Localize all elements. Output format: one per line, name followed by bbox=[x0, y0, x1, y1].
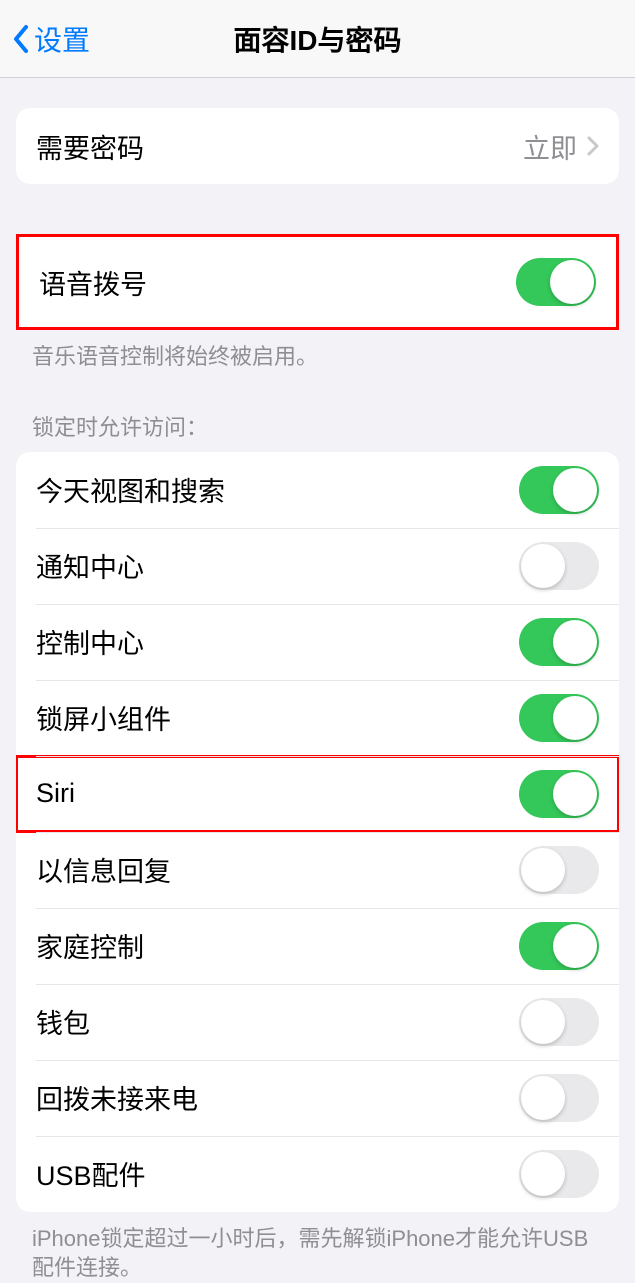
group-require-passcode: 需要密码 立即 bbox=[16, 108, 619, 184]
locked-section-header: 锁定时允许访问： bbox=[0, 372, 635, 452]
toggle-locked-item[interactable] bbox=[519, 542, 599, 590]
nav-bar: 设置 面容ID与密码 bbox=[0, 0, 635, 78]
group-locked-access: 今天视图和搜索通知中心控制中心锁屏小组件 Siri 以信息回复家庭控制钱包回拨未接来… bbox=[16, 452, 619, 1212]
toggle-knob bbox=[553, 924, 597, 968]
row-locked-item[interactable]: USB配件 bbox=[16, 1136, 619, 1212]
row-label: 锁屏小组件 bbox=[36, 698, 171, 737]
row-locked-item[interactable]: Siri bbox=[16, 756, 619, 832]
row-voice-dial[interactable]: 语音拨号 bbox=[19, 237, 616, 327]
toggle-locked-item[interactable] bbox=[519, 770, 599, 818]
group-voice-dial: 语音拨号 bbox=[16, 234, 619, 330]
toggle-locked-item[interactable] bbox=[519, 694, 599, 742]
toggle-knob bbox=[521, 1076, 565, 1120]
row-label: 今天视图和搜索 bbox=[36, 470, 225, 509]
toggle-knob bbox=[521, 848, 565, 892]
row-locked-item[interactable]: 家庭控制 bbox=[16, 908, 619, 984]
toggle-knob bbox=[521, 544, 565, 588]
row-label: USB配件 bbox=[36, 1154, 146, 1193]
row-right: 立即 bbox=[523, 127, 599, 166]
row-label: 回拨未接来电 bbox=[36, 1078, 198, 1117]
toggle-locked-item[interactable] bbox=[519, 998, 599, 1046]
toggle-locked-item[interactable] bbox=[519, 846, 599, 894]
row-label: 钱包 bbox=[36, 1002, 90, 1041]
row-label: 需要密码 bbox=[36, 127, 144, 166]
back-label: 设置 bbox=[34, 19, 90, 59]
content: 需要密码 立即 语音拨号 音乐语音控制将始终被启用。 锁定时允许访问： 今天视图… bbox=[0, 108, 635, 1283]
toggle-locked-item[interactable] bbox=[519, 922, 599, 970]
toggle-knob bbox=[553, 620, 597, 664]
row-value: 立即 bbox=[523, 127, 577, 166]
toggle-knob bbox=[553, 772, 597, 816]
row-locked-item[interactable]: 钱包 bbox=[16, 984, 619, 1060]
locked-section-footer: iPhone锁定超过一小时后，需先解锁iPhone才能允许USB配件连接。 bbox=[0, 1212, 635, 1283]
toggle-locked-item[interactable] bbox=[519, 466, 599, 514]
chevron-left-icon bbox=[12, 24, 30, 54]
row-locked-item[interactable]: 通知中心 bbox=[16, 528, 619, 604]
toggle-knob bbox=[553, 696, 597, 740]
row-require-passcode[interactable]: 需要密码 立即 bbox=[16, 108, 619, 184]
row-locked-item[interactable]: 控制中心 bbox=[16, 604, 619, 680]
toggle-locked-item[interactable] bbox=[519, 1150, 599, 1198]
row-label: 通知中心 bbox=[36, 546, 144, 585]
toggle-knob bbox=[521, 1000, 565, 1044]
row-label: 家庭控制 bbox=[36, 926, 144, 965]
toggle-locked-item[interactable] bbox=[519, 1074, 599, 1122]
row-label: 以信息回复 bbox=[36, 850, 171, 889]
row-label: 语音拨号 bbox=[39, 263, 147, 302]
row-locked-item[interactable]: 以信息回复 bbox=[16, 832, 619, 908]
back-button[interactable]: 设置 bbox=[0, 19, 90, 59]
toggle-knob bbox=[550, 260, 594, 304]
toggle-voice-dial[interactable] bbox=[516, 258, 596, 306]
row-locked-item[interactable]: 锁屏小组件 bbox=[16, 680, 619, 756]
chevron-right-icon bbox=[587, 136, 599, 156]
toggle-knob bbox=[521, 1152, 565, 1196]
row-locked-item[interactable]: 今天视图和搜索 bbox=[16, 452, 619, 528]
voice-dial-footer: 音乐语音控制将始终被启用。 bbox=[0, 330, 635, 372]
row-label: 控制中心 bbox=[36, 622, 144, 661]
toggle-knob bbox=[553, 468, 597, 512]
toggle-locked-item[interactable] bbox=[519, 618, 599, 666]
row-label: Siri bbox=[36, 778, 75, 809]
page-title: 面容ID与密码 bbox=[0, 19, 635, 59]
row-locked-item[interactable]: 回拨未接来电 bbox=[16, 1060, 619, 1136]
